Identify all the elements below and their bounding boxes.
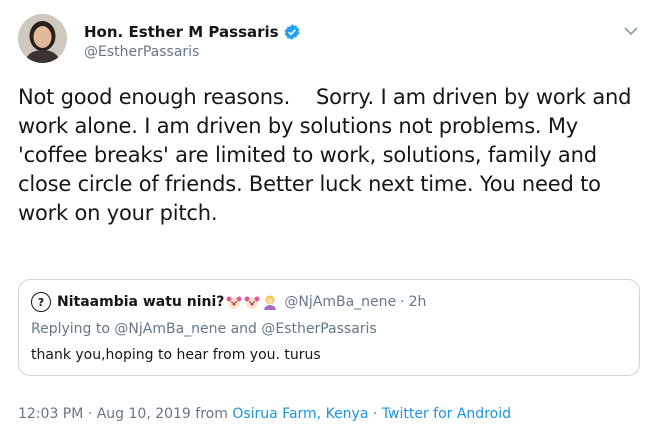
author-handle[interactable]: @EstherPassaris: [84, 44, 301, 60]
tweet-date[interactable]: Aug 10, 2019: [97, 406, 191, 422]
quoted-replying-to: Replying to @NjAmBa_nene and @EstherPass…: [31, 321, 377, 337]
tweet-metadata: 12:03 PM · Aug 10, 2019 from Osirua Farm…: [18, 406, 511, 422]
tweet-author: Hon. Esther M Passaris @EstherPassaris: [84, 22, 301, 60]
meta-separator: ·: [87, 406, 93, 422]
reply-user-link[interactable]: @EstherPassaris: [261, 321, 376, 337]
tweet-time[interactable]: 12:03 PM: [18, 406, 83, 422]
clown-face-icon: [226, 294, 242, 310]
quoted-avatar[interactable]: ?: [31, 292, 51, 312]
reply-prefix: Replying to: [31, 321, 110, 337]
quoted-name[interactable]: Nitaambia watu nini?: [57, 294, 224, 310]
meta-separator: ·: [372, 406, 378, 422]
quoted-tweet[interactable]: ? Nitaambia watu nini? @NjAmBa_nene · 2h…: [18, 279, 640, 376]
reply-and: and: [230, 321, 257, 337]
quoted-text: thank you,hoping to hear from you. turus: [31, 347, 321, 363]
author-avatar[interactable]: [18, 14, 67, 63]
clown-face-icon: [244, 294, 260, 310]
from-label: from: [195, 406, 228, 422]
verified-badge-icon: [283, 23, 301, 41]
location-link[interactable]: Osirua Farm, Kenya: [232, 406, 368, 422]
person-emoji-icon: [262, 294, 278, 310]
tweet-text: Not good enough reasons. Sorry. I am dri…: [18, 85, 638, 225]
author-name[interactable]: Hon. Esther M Passaris: [84, 23, 279, 41]
avatar-photo: [18, 14, 67, 63]
reply-user-link[interactable]: @NjAmBa_nene: [114, 321, 226, 337]
quoted-time[interactable]: 2h: [409, 294, 427, 310]
quoted-header: ? Nitaambia watu nini? @NjAmBa_nene · 2h: [31, 292, 426, 312]
quoted-separator: ·: [400, 294, 405, 310]
quoted-handle[interactable]: @NjAmBa_nene: [284, 294, 396, 310]
chevron-down-icon[interactable]: [622, 22, 640, 40]
source-link[interactable]: Twitter for Android: [382, 406, 511, 422]
